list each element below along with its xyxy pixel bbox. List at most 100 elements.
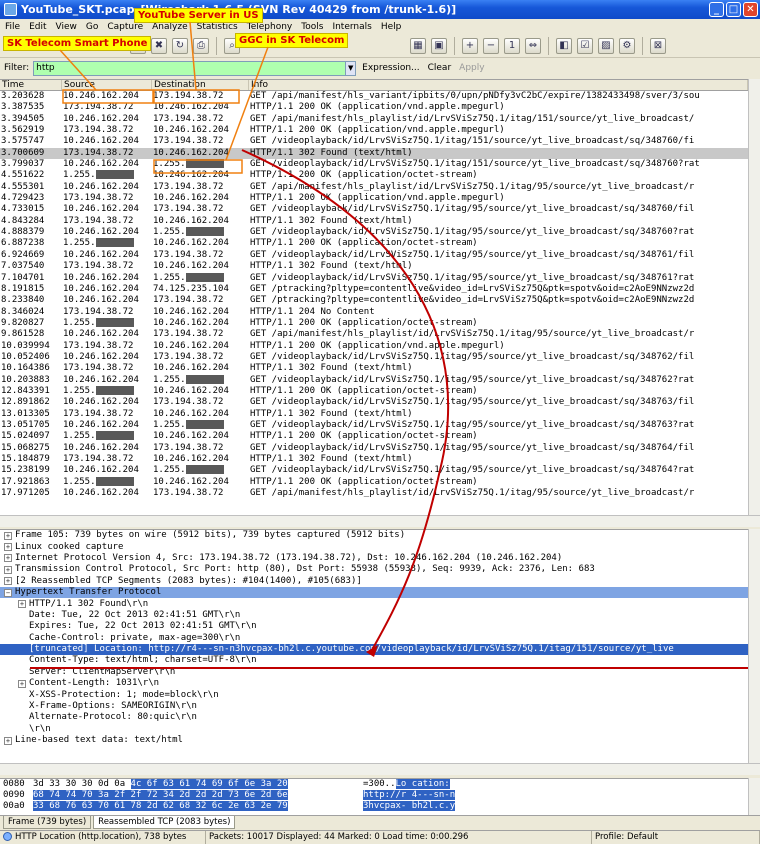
hex-row[interactable]: 0090 68 74 74 70 3a 2f 2f 72 34 2d 2d 2d …: [0, 790, 748, 801]
menu-view[interactable]: View: [56, 22, 77, 32]
coloring-rules-icon[interactable]: ▨: [598, 37, 614, 54]
packet-row[interactable]: 10.052406 10.246.162.204 173.194.38.72 GET …: [0, 352, 748, 363]
packet-details-tree[interactable]: + Frame 105: 739 bytes on wire (5912 bits…: [0, 529, 748, 763]
expression-button[interactable]: Expression...: [360, 63, 421, 73]
status-profile[interactable]: Profile: Default: [592, 831, 760, 844]
packet-row[interactable]: 4.843284 173.194.38.72 10.246.162.204 HTTP/…: [0, 216, 748, 227]
packet-row[interactable]: 9.820827 1.255. 10.246.162.204 HTTP/1.1 200…: [0, 317, 748, 329]
packet-row[interactable]: 3.387535 173.194.38.72 10.246.162.204 HTTP/…: [0, 102, 748, 113]
expand-icon[interactable]: +: [4, 736, 12, 745]
detail-tree-item[interactable]: + Content-Length: 1031\r\n: [0, 678, 748, 689]
expand-icon[interactable]: +: [18, 679, 26, 688]
packet-row[interactable]: 15.184879 173.194.38.72 10.246.162.204 HTTP…: [0, 454, 748, 465]
display-filters-icon[interactable]: ☑: [577, 37, 593, 54]
packet-row[interactable]: 3.799037 10.246.162.204 1.255. GET /videopl…: [0, 159, 748, 170]
packet-row[interactable]: 15.238199 10.246.162.204 1.255. GET /videop…: [0, 465, 748, 476]
packet-row[interactable]: 4.729423 173.194.38.72 10.246.162.204 HTTP/…: [0, 193, 748, 204]
menu-go[interactable]: Go: [86, 22, 98, 32]
detail-tree-item[interactable]: [truncated] Location: http://r4---sn-n3h…: [0, 643, 748, 656]
maximize-button[interactable]: □: [726, 2, 741, 17]
close-file-icon[interactable]: ✖: [151, 37, 167, 54]
packet-row[interactable]: 10.203883 10.246.162.204 1.255. GET /videop…: [0, 374, 748, 386]
column-info[interactable]: Info: [249, 80, 748, 90]
auto-scroll-icon[interactable]: ▣: [431, 37, 447, 54]
expand-icon[interactable]: +: [4, 565, 12, 574]
tab-frame-bytes[interactable]: Frame (739 bytes): [3, 816, 92, 829]
detail-tree-item[interactable]: Expires: Tue, 22 Oct 2013 02:41:51 GMT\r…: [0, 621, 748, 632]
reload-icon[interactable]: ↻: [172, 37, 188, 54]
detail-tree-item[interactable]: + Transmission Control Protocol, Src Port…: [0, 564, 748, 575]
detail-tree-item[interactable]: + Frame 105: 739 bytes on wire (5912 bits…: [0, 530, 748, 541]
zoom-out-icon[interactable]: −: [483, 37, 499, 54]
expand-icon[interactable]: +: [4, 543, 12, 552]
hex-row[interactable]: 0080 3d 33 30 30 0d 0a 4c 6f 63 61 74 69 …: [0, 779, 748, 790]
packet-row[interactable]: 3.562919 173.194.38.72 10.246.162.204 HTTP/…: [0, 125, 748, 136]
menu-edit[interactable]: Edit: [29, 22, 46, 32]
capture-filters-icon[interactable]: ◧: [556, 37, 572, 54]
packet-row[interactable]: 4.555301 10.246.162.204 173.194.38.72 GET /…: [0, 182, 748, 193]
expand-icon[interactable]: +: [4, 554, 12, 563]
column-source[interactable]: Source: [62, 80, 152, 90]
packet-row[interactable]: 3.203628 10.246.162.204 173.194.38.72 GET /…: [0, 91, 748, 102]
packet-row[interactable]: 3.700609 173.194.38.72 10.246.162.204 HTTP/…: [0, 147, 748, 160]
packet-row[interactable]: 7.104701 10.246.162.204 1.255. GET /videopl…: [0, 272, 748, 284]
packet-bytes-pane[interactable]: 0080 3d 33 30 30 0d 0a 4c 6f 63 61 74 69 …: [0, 778, 748, 815]
menu-statistics[interactable]: Statistics: [197, 22, 238, 32]
packet-row[interactable]: 13.013305 173.194.38.72 10.246.162.204 HTTP…: [0, 409, 748, 420]
menu-capture[interactable]: Capture: [107, 22, 143, 32]
packet-row[interactable]: 17.921863 1.255. 10.246.162.204 HTTP/1.1 20…: [0, 476, 748, 488]
menu-telephony[interactable]: Telephony: [247, 22, 293, 32]
expert-info-icon[interactable]: [3, 832, 12, 841]
tab-reassembled-tcp[interactable]: Reassembled TCP (2083 bytes): [93, 816, 236, 829]
menu-tools[interactable]: Tools: [301, 22, 323, 32]
detail-tree-item[interactable]: Alternate-Protocol: 80:quic\r\n: [0, 712, 748, 723]
packet-row[interactable]: 17.971205 10.246.162.204 173.194.38.72 GET …: [0, 488, 748, 499]
column-destination[interactable]: Destination: [152, 80, 249, 90]
packet-row[interactable]: 6.924669 10.246.162.204 173.194.38.72 GET /…: [0, 250, 748, 261]
packet-row[interactable]: 10.039994 173.194.38.72 10.246.162.204 HTTP…: [0, 341, 748, 352]
minimize-button[interactable]: _: [709, 2, 724, 17]
packet-list-hscrollbar[interactable]: [0, 515, 760, 527]
bytes-vscrollbar[interactable]: [748, 778, 760, 815]
packet-row[interactable]: 15.068275 10.246.162.204 173.194.38.72 GET …: [0, 443, 748, 454]
packet-row[interactable]: 4.888379 10.246.162.204 1.255. GET /videopl…: [0, 227, 748, 238]
colorize-icon[interactable]: ▦: [410, 37, 426, 54]
detail-tree-item[interactable]: + Linux cooked capture: [0, 541, 748, 552]
packet-row[interactable]: 15.024097 1.255. 10.246.162.204 HTTP/1.1 20…: [0, 431, 748, 442]
packet-row[interactable]: 8.346024 173.194.38.72 10.246.162.204 HTTP/…: [0, 307, 748, 318]
apply-button[interactable]: Apply: [457, 63, 486, 73]
packet-row[interactable]: 9.861528 10.246.162.204 173.194.38.72 GET /…: [0, 329, 748, 340]
column-time[interactable]: Time: [0, 80, 62, 90]
detail-tree-item[interactable]: Content-Type: text/html; charset=UTF-8\r…: [0, 655, 748, 666]
detail-tree-item[interactable]: − Hypertext Transfer Protocol: [0, 586, 748, 599]
packet-row[interactable]: 13.051705 10.246.162.204 1.255. GET /videop…: [0, 419, 748, 431]
packet-row[interactable]: 3.394505 10.246.162.204 173.194.38.72 GET /…: [0, 114, 748, 125]
preferences-icon[interactable]: ⚙: [619, 37, 635, 54]
packet-row[interactable]: 6.887238 1.255. 10.246.162.204 HTTP/1.1 200…: [0, 238, 748, 249]
hex-row[interactable]: 00a0 33 68 76 63 70 61 78 2d 62 68 32 6c …: [0, 801, 748, 812]
menu-help[interactable]: Help: [381, 22, 402, 32]
filter-input[interactable]: [33, 60, 347, 76]
menu-analyze[interactable]: Analyze: [152, 22, 187, 32]
expand-icon[interactable]: +: [18, 600, 26, 609]
packet-row[interactable]: 3.575747 10.246.162.204 173.194.38.72 GET /…: [0, 136, 748, 147]
menu-file[interactable]: File: [5, 22, 20, 32]
packet-list-vscrollbar[interactable]: [748, 79, 760, 515]
packet-row[interactable]: 8.191815 10.246.162.204 74.125.235.104 GET …: [0, 284, 748, 295]
details-vscrollbar[interactable]: [748, 529, 760, 763]
detail-tree-item[interactable]: Date: Tue, 22 Oct 2013 02:41:51 GMT\r\n: [0, 610, 748, 621]
detail-tree-item[interactable]: X-Frame-Options: SAMEORIGIN\r\n: [0, 701, 748, 712]
close-button[interactable]: ✕: [743, 2, 758, 17]
packet-row[interactable]: 12.843391 1.255. 10.246.162.204 HTTP/1.1 20…: [0, 385, 748, 397]
expand-icon[interactable]: +: [4, 577, 12, 586]
clear-button[interactable]: Clear: [426, 63, 454, 73]
zoom-in-icon[interactable]: +: [462, 37, 478, 54]
detail-tree-item[interactable]: + [2 Reassembled TCP Segments (2083 bytes…: [0, 576, 748, 587]
menu-internals[interactable]: Internals: [332, 22, 371, 32]
detail-tree-item[interactable]: \r\n: [0, 724, 748, 735]
zoom-normal-icon[interactable]: 1: [504, 37, 520, 54]
packet-row[interactable]: 4.733015 10.246.162.204 173.194.38.72 GET /…: [0, 204, 748, 215]
detail-tree-item[interactable]: + Internet Protocol Version 4, Src: 173.1…: [0, 553, 748, 564]
packet-row[interactable]: 10.164386 173.194.38.72 10.246.162.204 HTTP…: [0, 363, 748, 374]
detail-tree-item[interactable]: Cache-Control: private, max-age=300\r\n: [0, 633, 748, 644]
